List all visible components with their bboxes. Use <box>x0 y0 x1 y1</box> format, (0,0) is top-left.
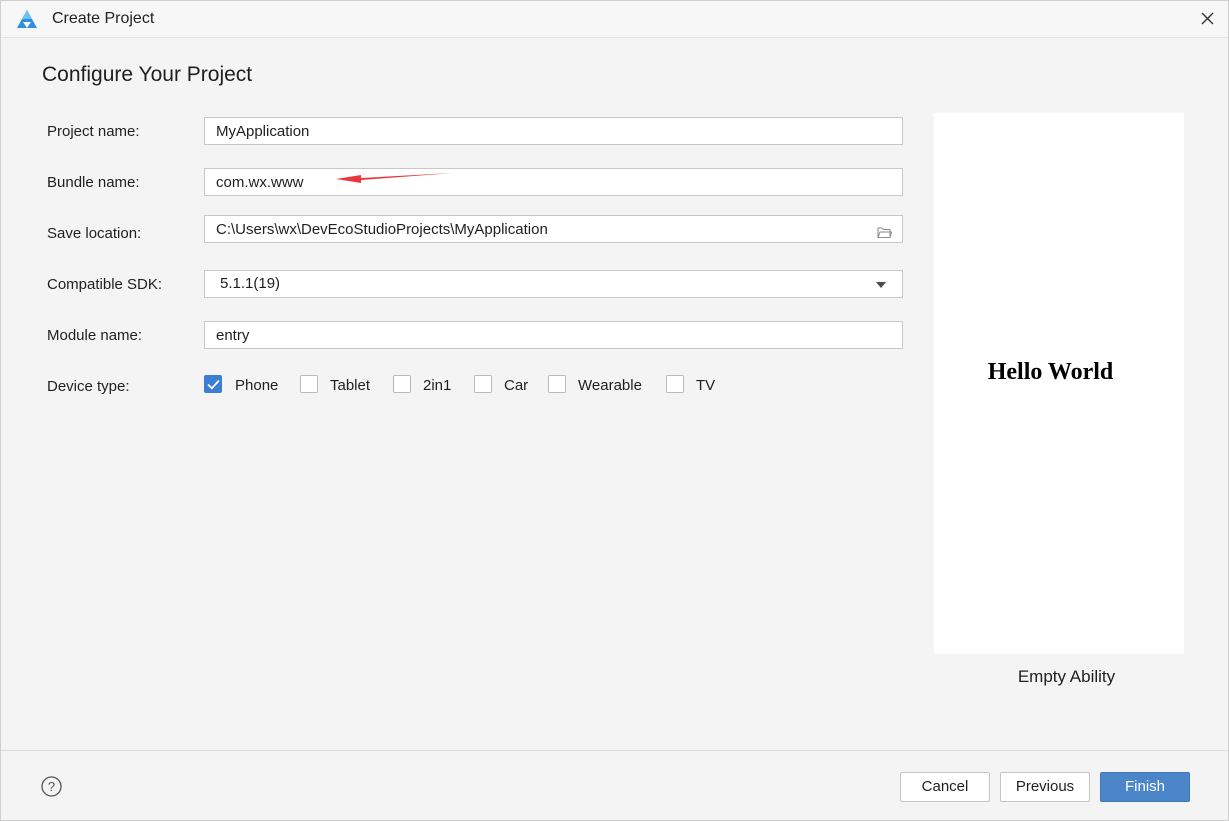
device-phone-label: Phone <box>235 377 279 394</box>
project-name-label: Project name: <box>47 123 140 140</box>
save-location-field[interactable] <box>204 215 903 243</box>
previous-button[interactable]: Previous <box>1000 772 1090 802</box>
device-tv-label: TV <box>696 377 716 394</box>
checkbox-unchecked-icon[interactable] <box>666 375 684 393</box>
bundle-name-field[interactable] <box>204 168 903 196</box>
compatible-sdk-label: Compatible SDK: <box>47 276 163 293</box>
checkbox-unchecked-icon[interactable] <box>393 375 411 393</box>
window-title: Create Project <box>52 10 155 27</box>
device-tablet-label: Tablet <box>330 377 371 394</box>
project-name-field[interactable] <box>204 117 903 145</box>
close-icon <box>1201 12 1214 25</box>
compatible-sdk-select[interactable]: 5.1.1(19) <box>204 270 903 298</box>
checkbox-checked-icon[interactable] <box>204 375 222 393</box>
folder-icon[interactable] <box>877 222 893 248</box>
help-icon[interactable]: ? <box>41 776 62 802</box>
cancel-button[interactable]: Cancel <box>900 772 990 802</box>
checkbox-unchecked-icon[interactable] <box>548 375 566 393</box>
preview-hello-text: Hello World <box>987 359 1114 385</box>
device-type-label: Device type: <box>47 378 130 395</box>
footer-divider <box>1 750 1228 751</box>
bundle-name-input[interactable] <box>216 169 856 195</box>
close-button[interactable] <box>1193 4 1223 34</box>
device-car-label: Car <box>504 377 529 394</box>
compatible-sdk-value: 5.1.1(19) <box>220 275 281 292</box>
create-project-dialog: Create Project Configure Your Project Pr… <box>0 0 1229 821</box>
module-name-label: Module name: <box>47 327 143 344</box>
deveco-logo-icon <box>16 9 38 29</box>
chevron-down-icon[interactable] <box>876 282 886 288</box>
template-preview: Hello World <box>934 113 1184 654</box>
template-name: Empty Ability <box>1017 667 1116 686</box>
bundle-name-label: Bundle name: <box>47 174 140 191</box>
project-name-input[interactable] <box>216 118 856 144</box>
device-wearable-label: Wearable <box>578 377 642 394</box>
title-bar: Create Project <box>1 1 1228 38</box>
save-location-input[interactable] <box>216 216 856 242</box>
checkbox-unchecked-icon[interactable] <box>474 375 492 393</box>
checkbox-unchecked-icon[interactable] <box>300 375 318 393</box>
save-location-label: Save location: <box>47 225 142 242</box>
svg-text:?: ? <box>48 779 55 794</box>
page-heading: Configure Your Project <box>42 63 253 86</box>
device-2in1-label: 2in1 <box>423 377 452 394</box>
annotation-arrow-icon <box>336 173 453 183</box>
module-name-input[interactable] <box>216 322 856 348</box>
finish-button[interactable]: Finish <box>1100 772 1190 802</box>
module-name-field[interactable] <box>204 321 903 349</box>
